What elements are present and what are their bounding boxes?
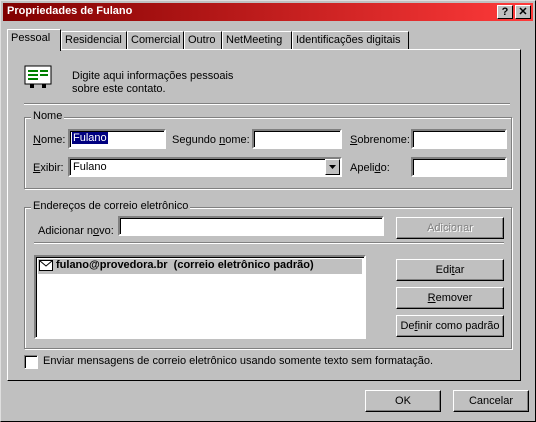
properties-dialog: Propriedades de Fulano ? ✕ Pessoal Resid… bbox=[0, 0, 536, 422]
close-button[interactable]: ✕ bbox=[515, 5, 531, 19]
intro-text-line1: Digite aqui informações pessoais bbox=[72, 70, 234, 82]
tab-label: Comercial bbox=[131, 34, 181, 46]
exibir-label: Exibir: bbox=[33, 162, 64, 174]
contact-card-icon bbox=[24, 64, 54, 90]
apelido-label: Apelido: bbox=[350, 162, 390, 174]
adicionar-button[interactable]: Adicionar bbox=[396, 217, 504, 239]
chevron-down-icon[interactable] bbox=[325, 159, 340, 175]
tab-label: Pessoal bbox=[11, 32, 51, 44]
envelope-icon bbox=[39, 260, 53, 271]
editar-button[interactable]: Editar bbox=[396, 259, 504, 281]
separator bbox=[24, 103, 510, 105]
separator bbox=[34, 242, 504, 244]
tab-label: Identificações digitais bbox=[296, 34, 401, 46]
remover-button-label: Remover bbox=[427, 292, 473, 304]
cancelar-button[interactable]: Cancelar bbox=[453, 390, 529, 412]
tab-identificacoes-digitais[interactable]: Identificações digitais bbox=[292, 31, 409, 49]
tab-residencial[interactable]: Residencial bbox=[61, 31, 127, 49]
definir-padrao-button[interactable]: Definir como padrão bbox=[396, 315, 504, 337]
segundo-nome-label: Segundo nome: bbox=[172, 134, 250, 146]
email-address: fulano@provedora.br (correio eletrônico … bbox=[56, 259, 314, 271]
title-bar[interactable]: Propriedades de Fulano ? ✕ bbox=[3, 3, 533, 21]
email-list[interactable]: fulano@provedora.br (correio eletrônico … bbox=[34, 255, 366, 339]
ok-button-label: OK bbox=[395, 395, 411, 407]
sobrenome-label: Sobrenome: bbox=[350, 134, 410, 146]
adicionar-button-label: Adicionar bbox=[427, 222, 473, 234]
exibir-value: Fulano bbox=[73, 161, 107, 173]
window-title: Propriedades de Fulano bbox=[7, 5, 133, 17]
sobrenome-input[interactable] bbox=[411, 129, 507, 149]
nome-group-legend: Nome bbox=[31, 110, 65, 122]
email-group-legend: Endereços de correio eletrônico bbox=[31, 200, 191, 212]
tab-outro[interactable]: Outro bbox=[184, 31, 222, 49]
definir-button-label: Definir como padrão bbox=[400, 320, 500, 332]
tab-comercial[interactable]: Comercial bbox=[127, 31, 184, 49]
apelido-input[interactable] bbox=[411, 157, 507, 177]
help-button[interactable]: ? bbox=[497, 5, 513, 19]
nome-input[interactable]: Fulano bbox=[68, 129, 166, 149]
tab-label: Outro bbox=[188, 34, 216, 46]
ok-button[interactable]: OK bbox=[365, 390, 441, 412]
exibir-select[interactable]: Fulano bbox=[68, 157, 342, 177]
plain-text-checkbox-label: Enviar mensagens de correio eletrônico u… bbox=[43, 355, 434, 367]
editar-button-label: Editar bbox=[435, 264, 465, 276]
adicionar-input[interactable] bbox=[118, 216, 384, 236]
tab-netmeeting[interactable]: NetMeeting bbox=[222, 31, 292, 49]
adicionar-label: Adicionar novo: bbox=[38, 225, 114, 237]
nome-label: Nome: bbox=[33, 134, 66, 146]
plain-text-checkbox[interactable] bbox=[24, 355, 38, 369]
remover-button[interactable]: Remover bbox=[396, 287, 504, 309]
intro-text-line2: sobre este contato. bbox=[72, 83, 166, 95]
tab-pessoal[interactable]: Pessoal bbox=[7, 29, 61, 51]
nome-value: Fulano bbox=[72, 132, 108, 144]
cancelar-button-label: Cancelar bbox=[468, 395, 514, 407]
segundo-nome-input[interactable] bbox=[252, 129, 342, 149]
tab-label: Residencial bbox=[65, 34, 122, 46]
list-item[interactable]: fulano@provedora.br (correio eletrônico … bbox=[38, 259, 362, 274]
tab-panel: Digite aqui informações pessoais sobre e… bbox=[7, 49, 521, 381]
tab-label: NetMeeting bbox=[226, 34, 283, 46]
nome-group: Nome bbox=[24, 110, 512, 189]
